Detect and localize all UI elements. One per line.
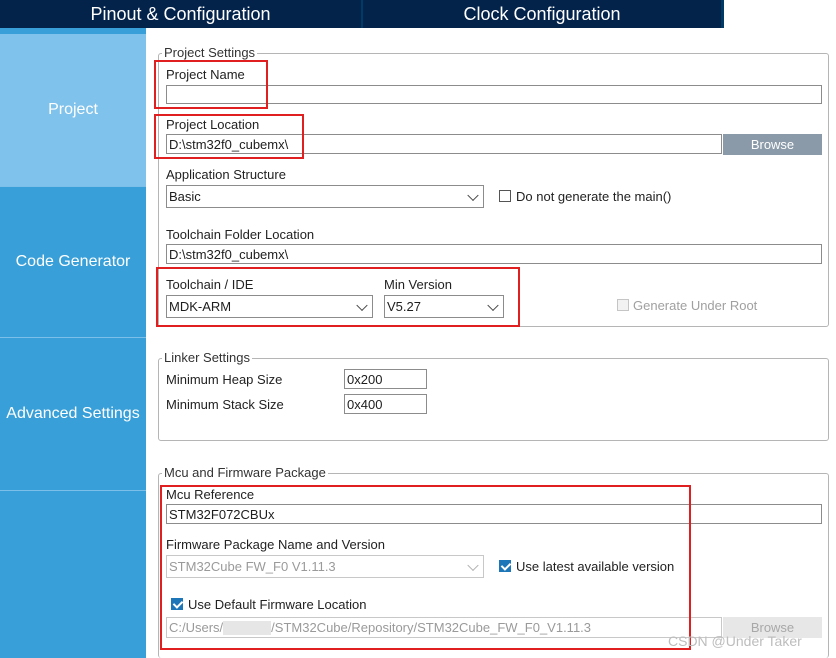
application-structure-label: Application Structure (166, 167, 286, 182)
sidebar-item-advanced-settings[interactable]: Advanced Settings (0, 338, 146, 491)
select-value: Basic (169, 189, 201, 204)
tab-label: Pinout & Configuration (90, 3, 271, 24)
sidebar-item-project[interactable]: Project (0, 34, 146, 187)
no-main-label: Do not generate the main() (516, 189, 672, 204)
no-main-checkbox[interactable] (499, 190, 511, 202)
application-structure-select[interactable]: Basic (166, 185, 484, 208)
sidebar-item-code-generator[interactable]: Code Generator (0, 187, 146, 338)
chevron-down-icon (467, 189, 479, 201)
sidebar-item-label: Project (48, 101, 98, 118)
sidebar-item-label: Code Generator (15, 253, 131, 270)
linker-settings-legend: Linker Settings (162, 350, 252, 365)
tab-pinout-configuration[interactable]: Pinout & Configuration (0, 0, 361, 28)
tab-label: Clock Configuration (463, 3, 621, 24)
toolchain-folder-label: Toolchain Folder Location (166, 227, 315, 242)
stack-size-field[interactable]: 0x400 (344, 394, 427, 414)
browse-button[interactable]: Browse (723, 134, 822, 155)
highlight-box-toolchain (156, 267, 520, 327)
highlight-box-mcu-firmware (160, 485, 691, 650)
heap-size-field[interactable]: 0x200 (344, 369, 427, 389)
toolchain-folder-field[interactable]: D:\stm32f0_cubemx\ (166, 244, 822, 264)
heap-size-label: Minimum Heap Size (166, 372, 283, 387)
highlight-box-project-name (154, 60, 268, 109)
tab-clock-configuration[interactable]: Clock Configuration (363, 0, 721, 28)
watermark: CSDN @Under Taker (668, 633, 802, 649)
generate-under-root-label: Generate Under Root (633, 298, 758, 313)
tab-project-manager[interactable] (724, 0, 836, 28)
generate-under-root-checkbox[interactable] (617, 299, 629, 311)
project-settings-legend: Project Settings (162, 45, 258, 60)
stack-size-label: Minimum Stack Size (166, 397, 284, 412)
sidebar-item-label: Advanced Settings (6, 405, 140, 422)
mcu-firmware-legend: Mcu and Firmware Package (162, 465, 328, 480)
highlight-box-project-location (154, 114, 304, 159)
